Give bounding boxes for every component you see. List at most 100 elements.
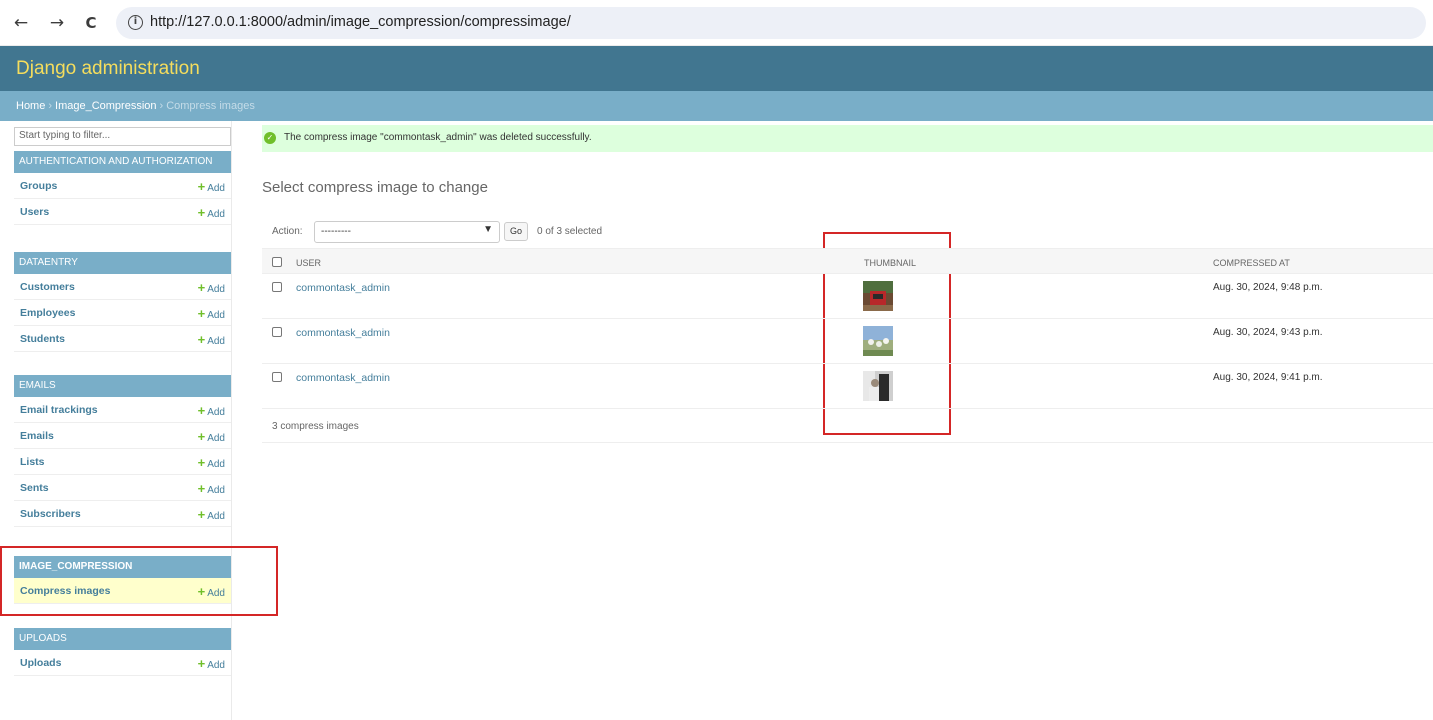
model-link[interactable]: Emails (20, 430, 54, 442)
user-link[interactable]: commontask_admin (296, 327, 390, 339)
url-text[interactable]: http://127.0.0.1:8000/admin/image_compre… (150, 14, 571, 30)
plus-icon: + (197, 332, 206, 347)
select-all-checkbox[interactable] (272, 257, 282, 267)
sidebar-item-subscribers: Subscribers + Add (14, 501, 231, 527)
table-row: commontask_admin Aug. 30, 2024, 9:48 p.m… (262, 274, 1433, 319)
action-select-value: --------- (321, 226, 351, 237)
sidebar-item-employees: Employees + Add (14, 300, 231, 326)
app-auth: AUTHENTICATION AND AUTHORIZATION Groups … (14, 151, 231, 225)
plus-icon: + (197, 403, 206, 418)
sidebar-item-lists: Lists + Add (14, 449, 231, 475)
row-checkbox[interactable] (272, 282, 282, 292)
breadcrumb: Home › Image_Compression › Compress images (0, 91, 1433, 121)
add-button[interactable]: + Add (198, 455, 225, 470)
plus-icon: + (197, 429, 206, 444)
table-row: commontask_admin Aug. 30, 2024, 9:43 p.m… (262, 319, 1433, 364)
action-label: Action: (272, 226, 303, 237)
model-link[interactable]: Students (20, 333, 65, 345)
row-checkbox[interactable] (272, 372, 282, 382)
plus-icon: + (197, 507, 206, 522)
success-message-text: The compress image "commontask_admin" wa… (284, 132, 592, 143)
model-link[interactable]: Employees (20, 307, 75, 319)
selection-counter: 0 of 3 selected (537, 226, 603, 237)
add-button[interactable]: + Add (198, 306, 225, 321)
add-button[interactable]: + Add (198, 179, 225, 194)
app-caption[interactable]: AUTHENTICATION AND AUTHORIZATION (14, 151, 231, 173)
add-button[interactable]: + Add (198, 481, 225, 496)
add-button[interactable]: + Add (198, 656, 225, 671)
sidebar-item-users: Users + Add (14, 199, 231, 225)
breadcrumb-separator: › (48, 100, 53, 112)
success-check-icon: ✓ (264, 132, 276, 144)
reload-icon[interactable]: C (80, 12, 102, 34)
breadcrumb-separator: › (159, 100, 164, 112)
action-select[interactable]: --------- ▼ (314, 221, 500, 243)
sidebar-item-uploads: Uploads + Add (14, 650, 231, 676)
plus-icon: + (197, 455, 206, 470)
go-button[interactable]: Go (504, 222, 528, 241)
site-info-icon[interactable]: i (128, 15, 143, 30)
sidebar-item-emails: Emails + Add (14, 423, 231, 449)
sidebar-item-sents: Sents + Add (14, 475, 231, 501)
model-link[interactable]: Groups (20, 180, 57, 192)
add-button[interactable]: + Add (198, 280, 225, 295)
model-link[interactable]: Customers (20, 281, 75, 293)
compressed-at-value: Aug. 30, 2024, 9:41 p.m. (1213, 372, 1323, 383)
paginator: 3 compress images (262, 409, 1433, 443)
breadcrumb-home[interactable]: Home (16, 100, 45, 112)
add-button[interactable]: + Add (198, 507, 225, 522)
row-checkbox[interactable] (272, 327, 282, 337)
plus-icon: + (197, 179, 206, 194)
nav-sidebar: Start typing to filter... AUTHENTICATION… (0, 121, 232, 720)
breadcrumb-current: Compress images (166, 100, 255, 112)
breadcrumb-app[interactable]: Image_Compression (55, 100, 157, 112)
app-caption[interactable]: DATAENTRY (14, 252, 231, 274)
compressed-at-value: Aug. 30, 2024, 9:43 p.m. (1213, 327, 1323, 338)
model-link[interactable]: Email trackings (20, 404, 98, 416)
model-link[interactable]: Sents (20, 482, 49, 494)
app-caption[interactable]: UPLOADS (14, 628, 231, 650)
back-arrow-icon[interactable]: ← (10, 12, 32, 34)
plus-icon: + (197, 481, 206, 496)
sidebar-item-groups: Groups + Add (14, 173, 231, 199)
table-header: USER THUMBNAIL COMPRESSED AT (262, 248, 1433, 274)
app-dataentry: DATAENTRY Customers + Add Employees + Add … (14, 252, 231, 352)
model-link[interactable]: Users (20, 206, 49, 218)
site-brand-link[interactable]: Django administration (16, 58, 200, 80)
model-link[interactable]: Subscribers (20, 508, 81, 520)
highlight-box-sidebar (0, 546, 278, 616)
column-header-compressed-at[interactable]: COMPRESSED AT (1213, 258, 1290, 268)
sidebar-item-email-trackings: Email trackings + Add (14, 397, 231, 423)
page-title: Select compress image to change (262, 179, 488, 196)
user-link[interactable]: commontask_admin (296, 282, 390, 294)
plus-icon: + (197, 656, 206, 671)
column-header-user[interactable]: USER (296, 258, 321, 268)
site-header: Django administration (0, 46, 1433, 91)
sidebar-item-students: Students + Add (14, 326, 231, 352)
plus-icon: + (197, 205, 206, 220)
browser-toolbar: ← → C i http://127.0.0.1:8000/admin/imag… (0, 0, 1433, 46)
address-bar[interactable]: i http://127.0.0.1:8000/admin/image_comp… (116, 7, 1426, 39)
model-link[interactable]: Uploads (20, 657, 61, 669)
app-caption[interactable]: EMAILS (14, 375, 231, 397)
forward-arrow-icon[interactable]: → (46, 12, 68, 34)
column-header-thumbnail[interactable]: THUMBNAIL (864, 258, 916, 268)
sidebar-item-customers: Customers + Add (14, 274, 231, 300)
add-button[interactable]: + Add (198, 403, 225, 418)
plus-icon: + (197, 280, 206, 295)
nav-filter-input[interactable]: Start typing to filter... (14, 127, 231, 146)
user-link[interactable]: commontask_admin (296, 372, 390, 384)
chevron-down-icon: ▼ (483, 224, 493, 235)
thumbnail-image (863, 371, 893, 401)
plus-icon: + (197, 306, 206, 321)
add-button[interactable]: + Add (198, 429, 225, 444)
add-button[interactable]: + Add (198, 332, 225, 347)
app-uploads: UPLOADS Uploads + Add (14, 628, 231, 676)
app-emails: EMAILS Email trackings + Add Emails + Add … (14, 375, 231, 527)
compressed-at-value: Aug. 30, 2024, 9:48 p.m. (1213, 282, 1323, 293)
thumbnail-image (863, 281, 893, 311)
result-list: USER THUMBNAIL COMPRESSED AT commontask_… (262, 248, 1433, 443)
model-link[interactable]: Lists (20, 456, 45, 468)
add-button[interactable]: + Add (198, 205, 225, 220)
success-message: ✓ The compress image "commontask_admin" … (262, 125, 1433, 152)
